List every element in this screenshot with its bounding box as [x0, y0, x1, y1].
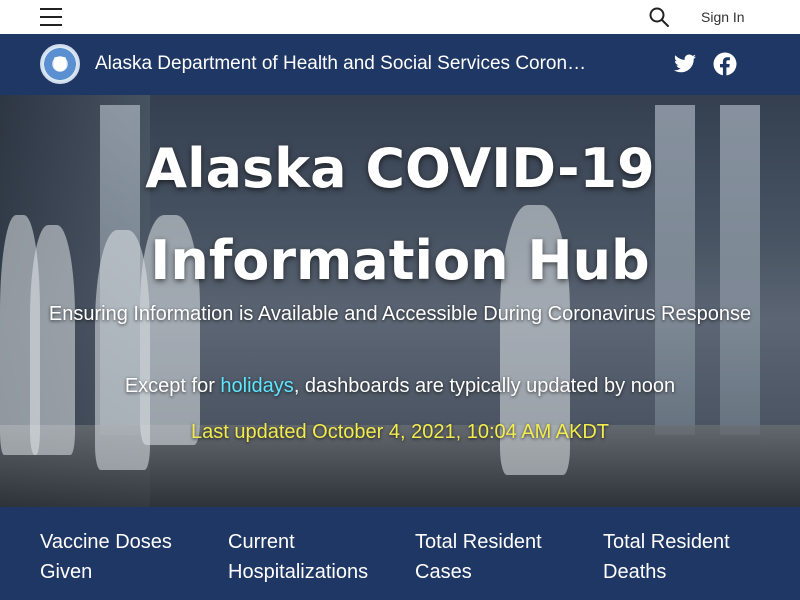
- note-text-after: , dashboards are typically updated by no…: [293, 375, 676, 397]
- note-text-before: Except for: [124, 375, 221, 397]
- stat-total-resident-deaths[interactable]: Total Resident Deaths: [603, 527, 761, 587]
- hero-title-line1: Alaska COVID-19: [145, 137, 655, 200]
- sign-in-link[interactable]: Sign In: [701, 9, 745, 25]
- hero-title-line2: Information Hub: [150, 229, 650, 292]
- hero-banner: Alaska COVID-19 Information Hub Ensuring…: [0, 95, 800, 507]
- facebook-icon[interactable]: [713, 52, 737, 76]
- department-seal-logo[interactable]: [40, 44, 80, 84]
- last-updated-text: Last updated October 4, 2021, 10:04 AM A…: [190, 421, 610, 443]
- stat-total-resident-cases[interactable]: Total Resident Cases: [415, 527, 573, 587]
- stat-label-line2: Deaths: [603, 561, 667, 583]
- holidays-link[interactable]: holidays: [220, 375, 293, 397]
- stat-label-line1: Total Resident: [603, 531, 730, 553]
- site-header: Alaska Department of Health and Social S…: [0, 34, 800, 95]
- stat-current-hospitalizations[interactable]: Current Hospitalizations: [228, 527, 386, 587]
- stat-label-line2: Hospitalizations: [228, 561, 369, 583]
- search-icon[interactable]: [648, 6, 670, 28]
- stat-label-line1: Total Resident: [415, 531, 542, 553]
- stat-vaccine-doses[interactable]: Vaccine Doses Given: [40, 527, 198, 587]
- stat-label-line1: Vaccine Doses: [40, 531, 172, 553]
- twitter-icon[interactable]: [673, 52, 697, 76]
- stat-label-line1: Current: [228, 531, 295, 553]
- site-title[interactable]: Alaska Department of Health and Social S…: [95, 53, 586, 75]
- update-schedule-note: Except for holidays, dashboards are typi…: [0, 375, 800, 398]
- stat-label-line2: Cases: [415, 561, 472, 583]
- hero-subtitle: Ensuring Information is Available and Ac…: [48, 303, 752, 325]
- hamburger-menu-icon[interactable]: [40, 8, 62, 26]
- stats-band: Vaccine Doses Given Current Hospitalizat…: [0, 507, 800, 600]
- hero-title: Alaska COVID-19 Information Hub: [0, 123, 800, 307]
- stat-label-line2: Given: [40, 561, 93, 583]
- top-utility-bar: Sign In: [0, 0, 800, 34]
